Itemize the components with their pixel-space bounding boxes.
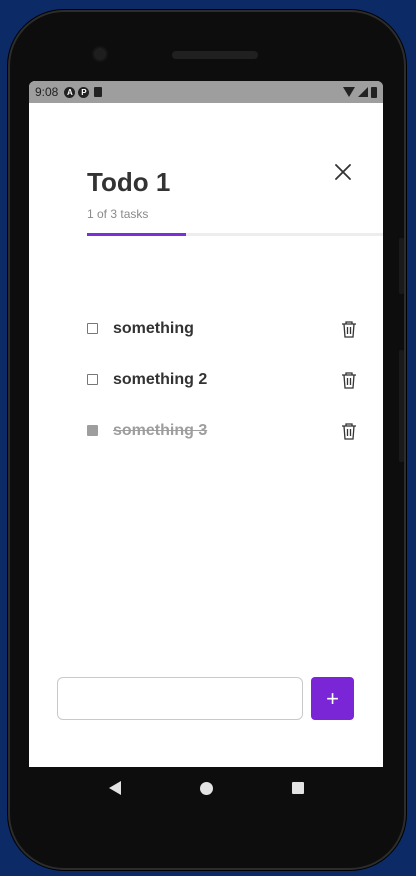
task-count: 1 of 3 tasks bbox=[87, 207, 149, 221]
volume-button bbox=[399, 238, 404, 294]
status-right bbox=[343, 86, 377, 98]
close-button[interactable] bbox=[332, 161, 354, 183]
power-button bbox=[399, 350, 404, 462]
earpiece-speaker bbox=[172, 51, 258, 59]
task-checkbox[interactable] bbox=[87, 374, 98, 385]
status-bar: 9:08 A P bbox=[29, 81, 383, 103]
task-row: something bbox=[87, 303, 357, 354]
cell-signal-icon bbox=[358, 87, 368, 97]
battery-icon bbox=[371, 86, 377, 98]
progress-fill bbox=[87, 233, 186, 236]
task-row: something 3 bbox=[87, 405, 357, 456]
notification-a-icon: A bbox=[64, 86, 76, 98]
add-task-button[interactable]: + bbox=[311, 677, 354, 720]
notification-p-icon: P bbox=[78, 86, 90, 98]
task-row: something 2 bbox=[87, 354, 357, 405]
back-icon[interactable] bbox=[108, 781, 121, 795]
trash-icon[interactable] bbox=[341, 371, 357, 389]
wifi-icon bbox=[343, 87, 355, 97]
front-camera bbox=[94, 48, 106, 60]
task-checkbox[interactable] bbox=[87, 425, 98, 436]
trash-icon[interactable] bbox=[341, 422, 357, 440]
task-checkbox[interactable] bbox=[87, 323, 98, 334]
task-label: something 2 bbox=[113, 370, 208, 388]
android-nav-bar bbox=[29, 767, 383, 809]
sd-card-icon bbox=[94, 87, 103, 97]
task-label: something bbox=[113, 319, 194, 337]
new-task-composer: + bbox=[57, 677, 354, 721]
app-screen: 9:08 A P Todo 1 1 of 3 tasks something s… bbox=[29, 81, 383, 767]
new-task-input[interactable] bbox=[57, 677, 303, 720]
task-label: something 3 bbox=[113, 421, 208, 439]
status-time: 9:08 bbox=[35, 85, 59, 99]
close-icon bbox=[335, 164, 351, 180]
home-icon[interactable] bbox=[199, 781, 213, 795]
task-list: something something 2 something 3 bbox=[87, 303, 357, 456]
recent-apps-icon[interactable] bbox=[291, 782, 304, 794]
trash-icon[interactable] bbox=[341, 320, 357, 338]
progress-bar bbox=[87, 233, 383, 236]
